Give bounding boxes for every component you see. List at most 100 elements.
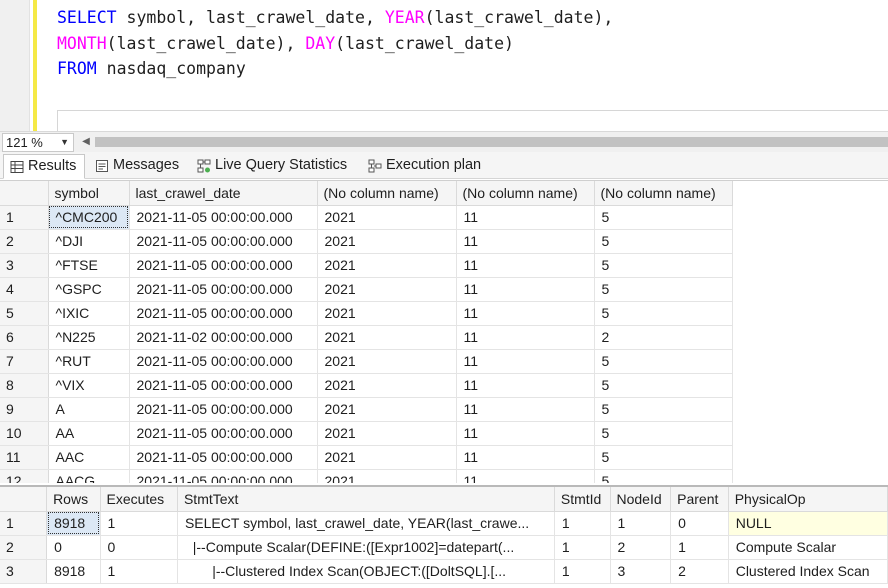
table-row[interactable]: 6 ^N225 2021-11-02 00:00:00.000 2021 11 2 [0, 325, 733, 350]
grid-cell[interactable]: 1 [554, 535, 611, 560]
grid-cell[interactable]: ^VIX [48, 373, 130, 398]
column-header[interactable]: (No column name) [456, 181, 595, 206]
grid-cell[interactable]: AACG [48, 469, 130, 483]
grid-cell[interactable]: ^FTSE [48, 253, 130, 278]
grid-cell[interactable]: 8918 [46, 511, 101, 536]
grid-cell[interactable]: 2021 [317, 277, 457, 302]
grid-cell[interactable]: 3 [610, 559, 672, 584]
grid-cell[interactable]: 2021-11-05 00:00:00.000 [129, 349, 318, 374]
grid-cell[interactable]: 1 [554, 559, 611, 584]
column-header[interactable]: StmtId [554, 487, 611, 512]
grid-cell[interactable]: 1 [610, 511, 672, 536]
row-number[interactable]: 2 [0, 535, 48, 560]
grid-cell[interactable]: 2021-11-05 00:00:00.000 [129, 397, 318, 422]
grid-cell[interactable]: 2021 [317, 205, 457, 230]
grid-cell[interactable]: 1 [670, 535, 729, 560]
grid-cell[interactable]: 11 [456, 253, 595, 278]
column-header[interactable]: (No column name) [317, 181, 457, 206]
grid-cell[interactable]: A [48, 397, 130, 422]
grid-cell[interactable]: 2021-11-05 00:00:00.000 [129, 301, 318, 326]
tab-execution-plan[interactable]: Execution plan [362, 154, 481, 179]
grid-cell[interactable]: ^GSPC [48, 277, 130, 302]
table-row[interactable]: 8 ^VIX 2021-11-05 00:00:00.000 2021 11 5 [0, 373, 733, 398]
row-number[interactable]: 2 [0, 229, 49, 254]
row-number[interactable]: 1 [0, 205, 49, 230]
column-header[interactable]: symbol [48, 181, 130, 206]
grid-cell[interactable]: ^CMC200 [48, 205, 130, 230]
grid-cell[interactable]: 0 [670, 511, 729, 536]
grid-cell[interactable]: 1 [100, 559, 178, 584]
grid-cell[interactable]: 5 [594, 445, 733, 470]
scroll-left-icon[interactable]: ◀ [80, 134, 92, 150]
code-line[interactable]: MONTH(last_crawel_date), DAY(last_crawel… [57, 31, 613, 57]
row-number[interactable]: 7 [0, 349, 49, 374]
zoom-select[interactable]: 121 % ▼ [2, 133, 74, 152]
editor-empty-line[interactable] [57, 110, 888, 131]
grid-cell[interactable]: 5 [594, 421, 733, 446]
grid-cell[interactable]: 11 [456, 229, 595, 254]
table-row[interactable]: 11 AAC 2021-11-05 00:00:00.000 2021 11 5 [0, 445, 733, 470]
grid-cell[interactable]: 2021 [317, 469, 457, 483]
results-corner-cell[interactable] [0, 181, 49, 206]
grid-cell[interactable]: 2021 [317, 349, 457, 374]
table-row[interactable]: 1 ^CMC200 2021-11-05 00:00:00.000 2021 11 5 [0, 205, 733, 230]
table-row[interactable]: 3 8918 1 |--Clustered Index Scan(OBJECT:([… [0, 559, 888, 584]
grid-cell[interactable]: 2021-11-05 00:00:00.000 [129, 253, 318, 278]
table-row[interactable]: 12 AACG 2021-11-05 00:00:00.000 2021 11 5 [0, 469, 733, 483]
grid-cell[interactable]: 11 [456, 373, 595, 398]
statistics-profile-grid[interactable]: Rows Executes StmtText StmtId NodeId Par… [0, 485, 888, 588]
tab-results[interactable]: Results [3, 154, 85, 179]
grid-cell[interactable]: 2021 [317, 445, 457, 470]
grid-cell[interactable]: 11 [456, 277, 595, 302]
grid-cell[interactable]: Compute Scalar [728, 535, 888, 560]
grid-cell[interactable]: 1 [554, 511, 611, 536]
grid-cell[interactable]: 2 [610, 535, 672, 560]
grid-cell[interactable]: 2021-11-05 00:00:00.000 [129, 277, 318, 302]
grid-cell[interactable]: 0 [100, 535, 178, 560]
row-number[interactable]: 12 [0, 469, 49, 483]
column-header[interactable]: Executes [100, 487, 178, 512]
tab-live-query-statistics[interactable]: Live Query Statistics [191, 154, 347, 179]
grid-cell[interactable]: 2 [670, 559, 729, 584]
grid-cell[interactable]: 2021-11-05 00:00:00.000 [129, 421, 318, 446]
grid-cell[interactable]: 2021 [317, 373, 457, 398]
grid-cell[interactable]: 2 [594, 325, 733, 350]
table-row[interactable]: 7 ^RUT 2021-11-05 00:00:00.000 2021 11 5 [0, 349, 733, 374]
grid-cell[interactable]: 5 [594, 301, 733, 326]
row-number[interactable]: 10 [0, 421, 49, 446]
row-number[interactable]: 1 [0, 511, 48, 536]
horizontal-scrollbar-thumb[interactable] [95, 137, 888, 147]
grid-cell[interactable]: 2021-11-05 00:00:00.000 [129, 229, 318, 254]
grid-cell[interactable]: 11 [456, 397, 595, 422]
table-row[interactable]: 10 AA 2021-11-05 00:00:00.000 2021 11 5 [0, 421, 733, 446]
table-row[interactable]: 200 |--Compute Scalar(DEFINE:([Expr1002]… [0, 535, 888, 560]
grid-cell[interactable]: 2021 [317, 301, 457, 326]
row-number[interactable]: 3 [0, 559, 48, 584]
query-editor[interactable]: SELECT symbol, last_crawel_date, YEAR(la… [0, 0, 888, 131]
table-row[interactable]: 3 ^FTSE 2021-11-05 00:00:00.000 2021 11 5 [0, 253, 733, 278]
grid-cell[interactable]: 11 [456, 301, 595, 326]
column-header[interactable]: PhysicalOp [728, 487, 888, 512]
grid-cell[interactable]: Clustered Index Scan [728, 559, 888, 584]
grid-cell[interactable]: 11 [456, 205, 595, 230]
grid-cell[interactable]: 2021 [317, 397, 457, 422]
statistics-corner-cell[interactable] [0, 487, 48, 512]
row-number[interactable]: 6 [0, 325, 49, 350]
column-header[interactable]: Parent [670, 487, 729, 512]
grid-cell[interactable]: 2021-11-05 00:00:00.000 [129, 469, 318, 483]
grid-cell[interactable]: 2021 [317, 421, 457, 446]
grid-cell[interactable]: 2021 [317, 253, 457, 278]
column-header[interactable]: Rows [46, 487, 101, 512]
table-row[interactable]: 1 8918 1 SELECT symbol, last_crawel_date, Y… [0, 511, 888, 536]
grid-cell[interactable]: 5 [594, 469, 733, 483]
row-number[interactable]: 3 [0, 253, 49, 278]
grid-cell[interactable]: 11 [456, 325, 595, 350]
row-number[interactable]: 5 [0, 301, 49, 326]
column-header[interactable]: NodeId [610, 487, 672, 512]
grid-cell[interactable]: AA [48, 421, 130, 446]
grid-cell[interactable]: 5 [594, 229, 733, 254]
grid-cell[interactable]: 2021-11-05 00:00:00.000 [129, 373, 318, 398]
grid-cell[interactable]: ^IXIC [48, 301, 130, 326]
row-number[interactable]: 9 [0, 397, 49, 422]
code-line[interactable]: SELECT symbol, last_crawel_date, YEAR(la… [57, 5, 613, 31]
